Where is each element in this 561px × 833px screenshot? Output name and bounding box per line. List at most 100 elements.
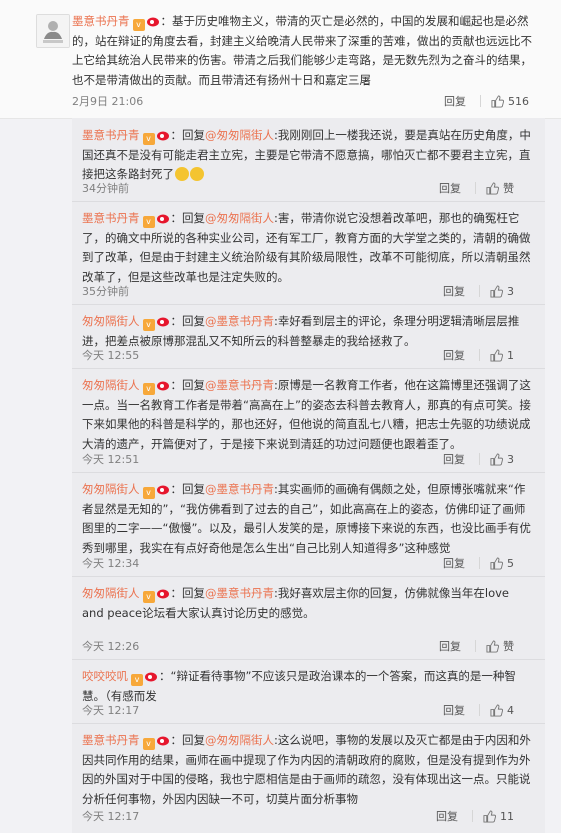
reply-meta: 今天 12:55 回复 1 xyxy=(82,347,530,363)
comment-actions: 回复 516 xyxy=(444,93,529,109)
vip-badge-icon: v xyxy=(142,383,155,395)
reply-actions: 回复 4 xyxy=(443,702,514,718)
vip-badge-icon: v xyxy=(132,19,145,31)
reply-button[interactable]: 回复 xyxy=(439,638,461,654)
reply-text-block: 墨意书丹青 v ：回复@匆匆隔街人:害，带清你说它没想着改革吧，那也的确冤枉它了，的… xyxy=(82,209,532,287)
like-count: 1 xyxy=(507,348,514,362)
thumbs-up-icon xyxy=(490,703,503,717)
reply-mention[interactable]: @匆匆隔街人 xyxy=(205,733,274,747)
like-count: 3 xyxy=(507,284,514,298)
thumbs-up-icon xyxy=(490,452,503,466)
user-avatar[interactable] xyxy=(36,14,70,48)
weibo-level-icon xyxy=(156,214,169,224)
reply-button[interactable]: 回复 xyxy=(443,347,465,363)
like-button[interactable]: 赞 xyxy=(486,180,514,196)
action-divider xyxy=(479,453,480,465)
reply-meta: 34分钟前 回复 赞 xyxy=(82,180,530,196)
like-button[interactable]: 3 xyxy=(490,453,514,466)
like-button[interactable]: 1 xyxy=(490,349,514,362)
reply-button[interactable]: 回复 xyxy=(443,555,465,571)
reply-username[interactable]: 匆匆隔街人 xyxy=(82,314,140,328)
avatar-image-icon xyxy=(37,15,69,47)
reply-username[interactable]: 咬咬咬叽 xyxy=(82,669,128,683)
comment-time: 2月9日 21:06 xyxy=(72,95,144,108)
reply-button[interactable]: 回复 xyxy=(443,451,465,467)
username-separator: ： xyxy=(159,669,171,683)
username-separator: ： xyxy=(170,482,183,496)
like-count: 11 xyxy=(500,809,514,823)
reply-username[interactable]: 匆匆隔街人 xyxy=(82,586,140,600)
reply-time: 今天 12:17 xyxy=(82,704,140,717)
reply-mention[interactable]: @墨意书丹青 xyxy=(205,378,274,392)
reply-username[interactable]: 匆匆隔街人 xyxy=(82,482,140,496)
reply-username[interactable]: 匆匆隔街人 xyxy=(82,378,140,392)
like-button[interactable]: 5 xyxy=(490,557,514,570)
reply-item: 墨意书丹青 v ：回复@匆匆隔街人:害，带清你说它没想着改革吧，那也的确冤枉它了，的… xyxy=(72,201,545,305)
weibo-level-icon xyxy=(156,485,169,495)
main-comment-text-block: 墨意书丹青 v ：基于历史唯物主义，带清的灭亡是必然的，中国的发展和崛起也是必然的，… xyxy=(72,12,542,90)
username-separator: ： xyxy=(170,733,183,747)
vip-badge-icon: v xyxy=(142,216,155,228)
username-separator: ： xyxy=(160,14,173,28)
reply-item: 咬咬咬叽 v ：“辩证看待事物”不应该只是政治课本的一个答案，而这真的是一种智慧。（… xyxy=(72,659,545,724)
action-divider xyxy=(480,95,481,107)
username-separator: ： xyxy=(170,586,183,600)
like-button[interactable]: 赞 xyxy=(486,638,514,654)
reply-text-block: 咬咬咬叽 v ：“辩证看待事物”不应该只是政治课本的一个答案，而这真的是一种智慧。（… xyxy=(82,667,532,706)
reply-actions: 回复 赞 xyxy=(439,638,514,654)
reply-button[interactable]: 回复 xyxy=(436,808,458,824)
thumbs-up-icon xyxy=(486,181,499,195)
reply-button[interactable]: 回复 xyxy=(439,180,461,196)
reply-meta: 35分钟前 回复 3 xyxy=(82,283,530,299)
reply-username[interactable]: 墨意书丹青 xyxy=(82,211,140,225)
username-separator: ： xyxy=(170,211,183,225)
weibo-level-icon xyxy=(156,317,169,327)
reply-word: 回复 xyxy=(182,482,205,496)
reply-text-block: 墨意书丹青 v ：回复@匆匆隔街人:我刚刚回上一楼我还说，要是真站在历史角度，中国还… xyxy=(82,126,532,185)
weibo-level-icon xyxy=(156,589,169,599)
reply-meta: 今天 12:51 回复 3 xyxy=(82,451,530,467)
reply-actions: 回复 5 xyxy=(443,555,514,571)
reply-meta: 今天 12:26 回复 赞 xyxy=(82,638,530,654)
vip-badge-icon: v xyxy=(142,591,155,603)
reply-item: 匆匆隔街人 v ：回复@墨意书丹青:我好喜欢层主你的回复，仿佛就像当年在love a… xyxy=(72,576,545,660)
reply-button[interactable]: 回复 xyxy=(444,93,466,109)
reply-mention[interactable]: @墨意书丹青 xyxy=(205,586,274,600)
reply-button[interactable]: 回复 xyxy=(443,702,465,718)
like-button[interactable]: 516 xyxy=(491,95,529,108)
action-divider xyxy=(475,182,476,194)
reply-word: 回复 xyxy=(182,128,205,142)
reply-item: 墨意书丹青 v ：回复@匆匆隔街人:我刚刚回上一楼我还说，要是真站在历史角度，中国还… xyxy=(72,118,545,202)
thumbs-up-icon xyxy=(486,639,499,653)
weibo-level-icon xyxy=(156,736,169,746)
reply-meta: 今天 12:34 回复 5 xyxy=(82,555,530,571)
reply-time: 今天 12:55 xyxy=(82,349,140,362)
reply-username[interactable]: 墨意书丹青 xyxy=(82,128,140,142)
like-button[interactable]: 11 xyxy=(483,810,514,823)
reply-mention[interactable]: @墨意书丹青 xyxy=(205,314,274,328)
reply-time: 今天 12:34 xyxy=(82,557,140,570)
vip-badge-icon: v xyxy=(142,319,155,331)
thumbs-up-icon xyxy=(483,809,496,823)
reply-mention[interactable]: @匆匆隔街人 xyxy=(205,211,274,225)
like-count: 赞 xyxy=(503,182,514,195)
main-comment: 墨意书丹青 v ：基于历史唯物主义，带清的灭亡是必然的，中国的发展和崛起也是必然的，… xyxy=(0,0,561,119)
reply-word: 回复 xyxy=(182,586,205,600)
like-button[interactable]: 3 xyxy=(490,285,514,298)
like-button[interactable]: 4 xyxy=(490,704,514,717)
reply-text-block: 匆匆隔街人 v ：回复@墨意书丹青:幸好看到层主的评论，条理分明逻辑清晰层层推进，把… xyxy=(82,312,532,351)
vip-badge-icon: v xyxy=(142,738,155,750)
reply-button[interactable]: 回复 xyxy=(443,283,465,299)
reply-actions: 回复 赞 xyxy=(439,180,514,196)
reply-time: 今天 12:17 xyxy=(82,810,140,823)
reply-mention[interactable]: @匆匆隔街人 xyxy=(205,128,274,142)
reply-username[interactable]: 墨意书丹青 xyxy=(82,733,140,747)
reply-word: 回复 xyxy=(182,378,205,392)
reply-mention[interactable]: @墨意书丹青 xyxy=(205,482,274,496)
smile-emoji-icon xyxy=(175,167,189,181)
action-divider xyxy=(479,557,480,569)
comment-thread: 墨意书丹青 v ：基于历史唯物主义，带清的灭亡是必然的，中国的发展和崛起也是必然的，… xyxy=(0,0,561,833)
comment-username[interactable]: 墨意书丹青 xyxy=(72,14,130,28)
reply-item: 匆匆隔街人 v ：回复@墨意书丹青:其实画师的画确有偶颇之处，但原博张嘴就来“作者显… xyxy=(72,472,545,577)
username-separator: ： xyxy=(170,378,183,392)
